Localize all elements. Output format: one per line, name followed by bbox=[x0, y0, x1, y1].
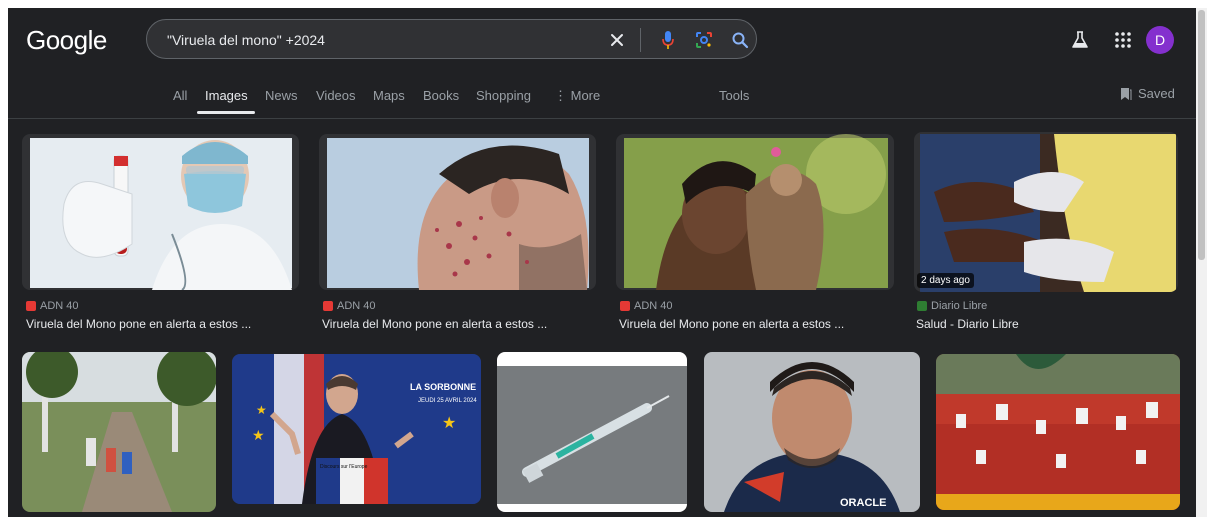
oracle-text: ORACLE bbox=[840, 497, 886, 509]
diario-libre-favicon-icon bbox=[917, 301, 927, 311]
result-image-lab-tube[interactable] bbox=[22, 134, 299, 290]
search-input[interactable] bbox=[165, 29, 589, 51]
svg-text:★: ★ bbox=[256, 403, 267, 417]
apps-grid-icon[interactable] bbox=[1111, 28, 1135, 52]
saved-button[interactable]: Saved bbox=[1120, 86, 1175, 101]
result-image-park-path[interactable] bbox=[22, 352, 216, 512]
result-title[interactable]: Viruela del Mono pone en alerta a estos … bbox=[619, 317, 844, 331]
saved-label: Saved bbox=[1138, 86, 1175, 101]
result-source[interactable]: ADN 40 bbox=[323, 300, 376, 312]
lens-icon[interactable] bbox=[693, 29, 715, 51]
result-source[interactable]: ADN 40 bbox=[26, 300, 79, 312]
result-image-macron-sorbonne[interactable]: LA SORBONNE JEUDI 25 AVRIL 2024 ★ ★ ★ Di… bbox=[232, 354, 481, 504]
source-name: ADN 40 bbox=[40, 300, 79, 312]
result-image-syringe[interactable] bbox=[497, 352, 687, 512]
bookmark-icon bbox=[1121, 87, 1132, 100]
tools-button[interactable]: Tools bbox=[719, 88, 749, 103]
search-box bbox=[146, 19, 757, 59]
tab-images[interactable]: Images bbox=[205, 88, 248, 103]
sorbonne-date: JEUDI 25 AVRIL 2024 bbox=[418, 398, 477, 404]
svg-text:★: ★ bbox=[442, 415, 456, 432]
clear-icon[interactable] bbox=[606, 29, 628, 51]
result-image-protest-crowd[interactable] bbox=[936, 354, 1180, 510]
tabs-divider bbox=[8, 118, 1196, 119]
scrollbar-thumb[interactable] bbox=[1198, 10, 1205, 260]
result-title[interactable]: Viruela del Mono pone en alerta a estos … bbox=[26, 317, 251, 331]
search-icon[interactable] bbox=[729, 29, 751, 51]
tab-videos[interactable]: Videos bbox=[316, 88, 356, 103]
adn40-favicon-icon bbox=[26, 301, 36, 311]
result-image-gloved-hands[interactable]: 2 days ago bbox=[914, 132, 1178, 292]
tab-shopping[interactable]: Shopping bbox=[476, 88, 531, 103]
microphone-icon[interactable] bbox=[657, 29, 679, 51]
source-name: Diario Libre bbox=[931, 300, 988, 312]
labs-flask-icon[interactable] bbox=[1068, 28, 1092, 52]
account-avatar[interactable]: D bbox=[1146, 26, 1174, 54]
result-image-girl-monkey[interactable] bbox=[616, 134, 894, 290]
result-source[interactable]: ADN 40 bbox=[620, 300, 673, 312]
google-logo[interactable]: Google bbox=[26, 25, 107, 56]
results-page: Google "Viruela del mono" +2024 D All Im… bbox=[8, 8, 1196, 517]
search-divider bbox=[640, 28, 641, 52]
tab-more[interactable]: ⋮ More bbox=[554, 88, 600, 104]
result-image-racing-driver[interactable]: ORACLE bbox=[704, 352, 920, 512]
source-name: ADN 40 bbox=[337, 300, 376, 312]
active-tab-indicator bbox=[197, 111, 255, 114]
sorbonne-title: LA SORBONNE bbox=[410, 382, 476, 392]
result-title[interactable]: Viruela del Mono pone en alerta a estos … bbox=[322, 317, 547, 331]
adn40-favicon-icon bbox=[620, 301, 630, 311]
result-source[interactable]: Diario Libre bbox=[917, 300, 987, 312]
tab-books[interactable]: Books bbox=[423, 88, 459, 103]
time-badge: 2 days ago bbox=[917, 273, 974, 288]
source-name: ADN 40 bbox=[634, 300, 673, 312]
result-title[interactable]: Salud - Diario Libre bbox=[916, 317, 1019, 331]
tab-news[interactable]: News bbox=[265, 88, 298, 103]
adn40-favicon-icon bbox=[323, 301, 333, 311]
podium-text: Discours sur l'Europe bbox=[320, 464, 368, 470]
svg-text:★: ★ bbox=[252, 427, 265, 443]
result-image-skin-lesions[interactable] bbox=[319, 134, 596, 290]
tab-maps[interactable]: Maps bbox=[373, 88, 405, 103]
tab-all[interactable]: All bbox=[173, 88, 187, 103]
